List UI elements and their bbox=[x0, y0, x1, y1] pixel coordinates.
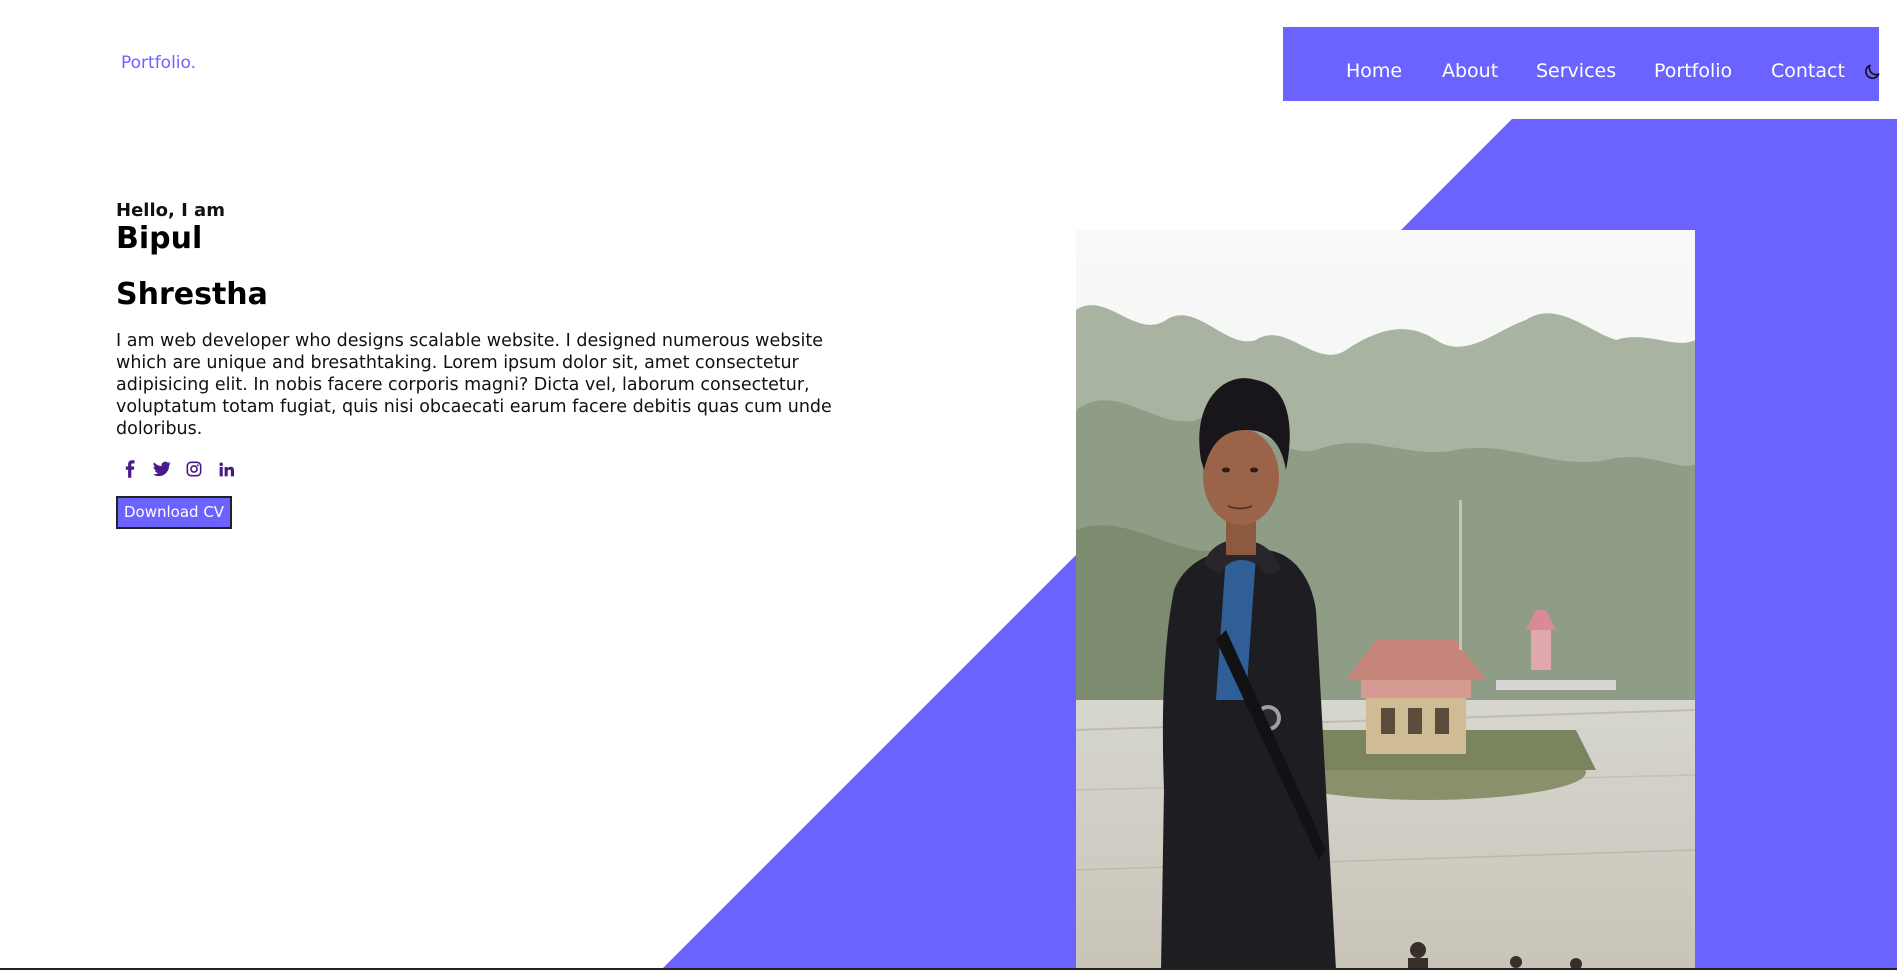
nav-portfolio[interactable]: Portfolio bbox=[1654, 60, 1732, 82]
nav-contact[interactable]: Contact bbox=[1771, 60, 1845, 82]
nav-about[interactable]: About bbox=[1442, 60, 1498, 82]
navbar: Home About Services Portfolio Contact bbox=[1283, 27, 1879, 101]
linkedin-icon[interactable] bbox=[216, 459, 236, 479]
social-links bbox=[116, 458, 856, 480]
profile-photo bbox=[1076, 230, 1695, 970]
hero-section: Hello, I am Bipul Shrestha I am web deve… bbox=[116, 200, 856, 529]
download-cv-button[interactable]: Download CV bbox=[116, 496, 233, 529]
greeting: Hello, I am bbox=[116, 200, 225, 221]
logo[interactable]: Portfolio. bbox=[121, 53, 196, 73]
nav-services[interactable]: Services bbox=[1536, 60, 1616, 82]
nav-home[interactable]: Home bbox=[1346, 60, 1402, 82]
instagram-icon[interactable] bbox=[184, 459, 204, 479]
first-name: Bipul bbox=[116, 221, 203, 256]
portfolio-page: Portfolio. Home About Services Portfolio… bbox=[0, 0, 1897, 970]
moon-icon[interactable] bbox=[1862, 62, 1882, 82]
twitter-icon[interactable] bbox=[152, 459, 172, 479]
facebook-icon[interactable] bbox=[120, 459, 140, 479]
last-name: Shrestha bbox=[116, 277, 268, 312]
bio-text: I am web developer who designs scalable … bbox=[116, 331, 832, 439]
